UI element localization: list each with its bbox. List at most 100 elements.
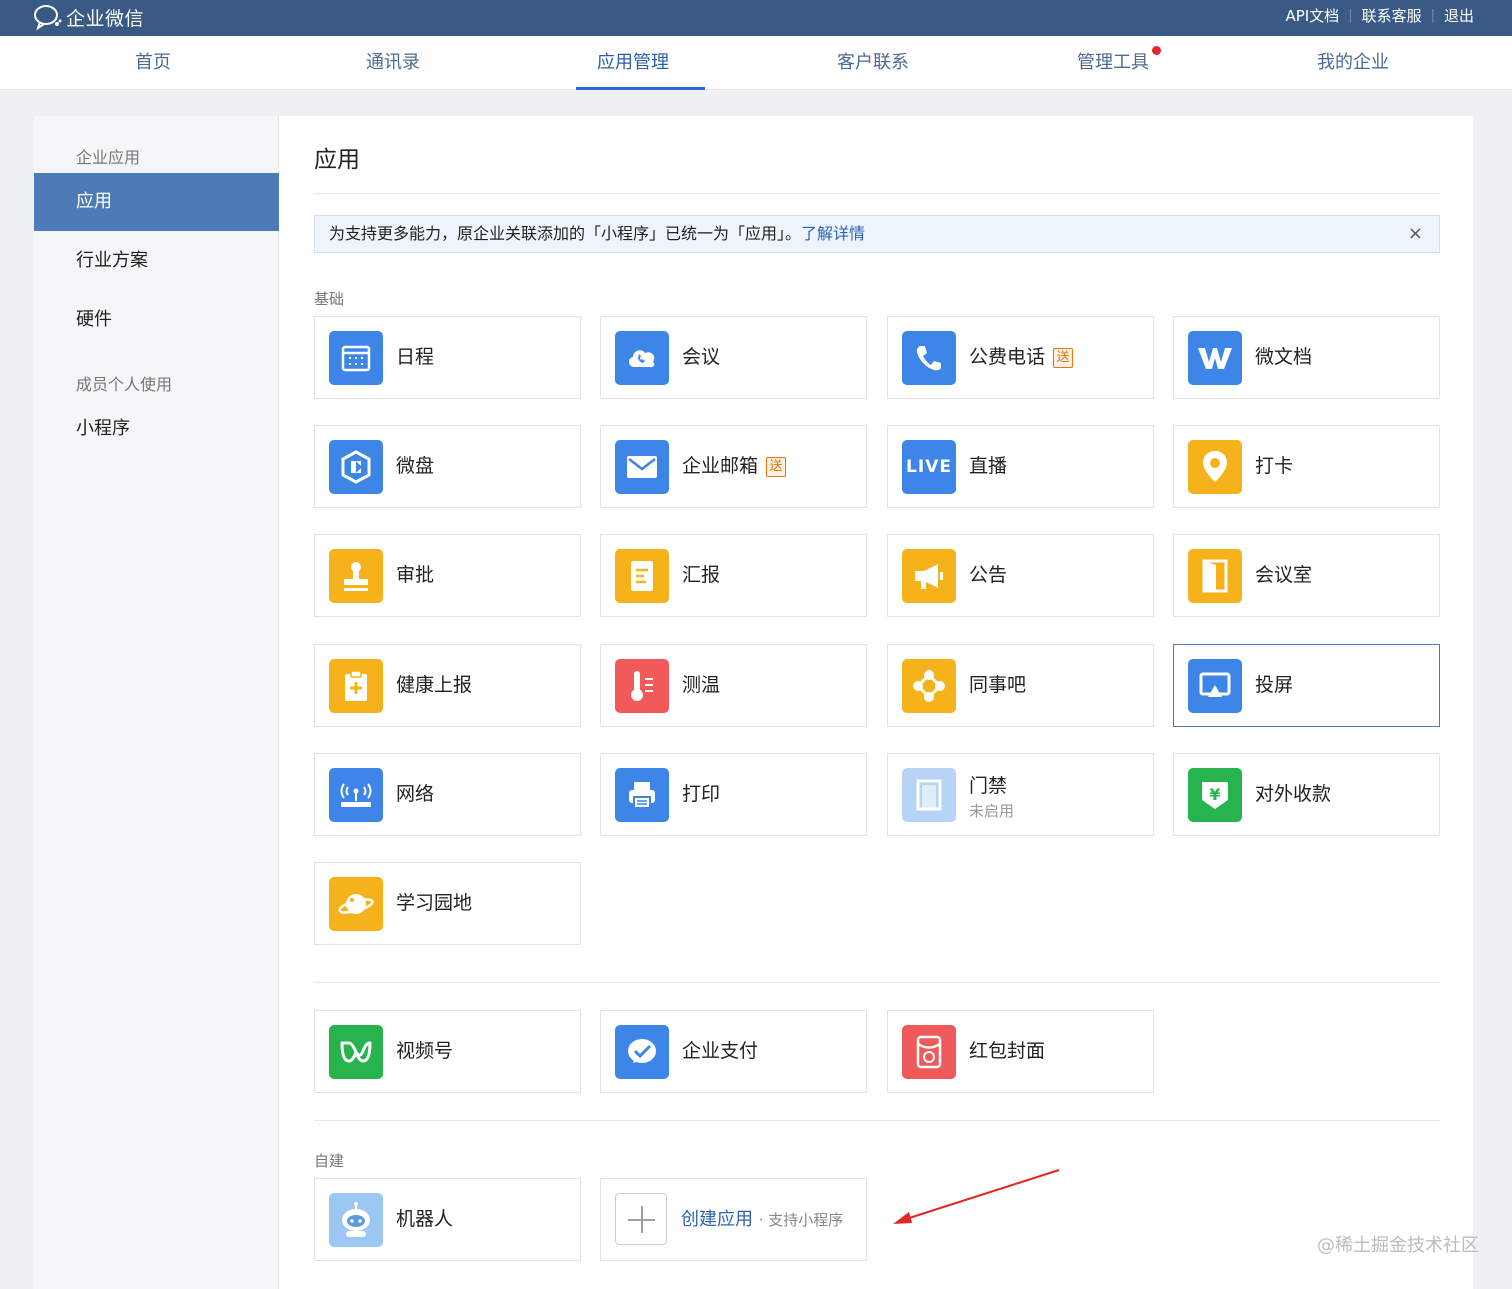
app-card-external-payment[interactable]: ¥ 对外收款	[1173, 753, 1440, 836]
separator: |	[1348, 7, 1353, 23]
payment-icon: ¥	[1188, 768, 1242, 822]
app-label: 网络	[396, 783, 435, 805]
channels-icon	[329, 1025, 383, 1079]
red-packet-icon	[902, 1025, 956, 1079]
app-card-access-control[interactable]: 门禁 未启用	[887, 753, 1154, 836]
nav-home[interactable]: 首页	[33, 36, 273, 90]
notice-text: 为支持更多能力，原企业关联添加的「小程序」已统一为「应用」。	[329, 224, 802, 243]
app-card-meeting-room[interactable]: 会议室	[1173, 534, 1440, 617]
app-card-channels[interactable]: 视频号	[314, 1010, 581, 1093]
app-label: 测温	[682, 674, 721, 696]
nav-contacts[interactable]: 通讯录	[273, 36, 513, 90]
watermark: @稀土掘金技术社区	[1317, 1235, 1479, 1256]
contact-support-link[interactable]: 联系客服	[1362, 5, 1422, 26]
app-label: 健康上报	[396, 674, 473, 696]
annotation-arrow-icon	[893, 1169, 1060, 1224]
app-card-drive[interactable]: 微盘	[314, 425, 581, 508]
report-icon	[615, 549, 669, 603]
access-door-icon	[902, 768, 956, 822]
app-card-schedule[interactable]: 日程	[314, 316, 581, 399]
app-label: 微盘	[396, 455, 435, 477]
wifi-router-icon	[329, 768, 383, 822]
app-card-robot[interactable]: 机器人	[314, 1178, 581, 1261]
sidebar-item-apps[interactable]: 应用	[34, 173, 279, 231]
app-card-health-report[interactable]: 健康上报	[314, 644, 581, 727]
app-status: 未启用	[969, 802, 1015, 820]
app-label: 打印	[682, 783, 721, 805]
sidebar-item-industry-solutions[interactable]: 行业方案	[34, 232, 279, 290]
section-label-custom: 自建	[314, 1152, 345, 1170]
app-label-text: 企业邮箱	[682, 455, 759, 477]
nav-my-enterprise[interactable]: 我的企业	[1233, 36, 1473, 90]
robot-icon	[329, 1193, 383, 1247]
app-label: 机器人	[396, 1208, 454, 1230]
phone-icon	[902, 331, 956, 385]
app-label: 审批	[396, 564, 435, 586]
sidebar-group-enterprise: 企业应用	[76, 148, 141, 167]
app-card-screencast[interactable]: 投屏	[1173, 644, 1440, 727]
sidebar-item-mini-program[interactable]: 小程序	[34, 400, 279, 458]
app-label: 打卡	[1255, 455, 1294, 477]
app-card-announcement[interactable]: 公告	[887, 534, 1154, 617]
main-panel: 企业应用 应用 行业方案 硬件 成员个人使用 小程序 应用 为支持更多能力，原企…	[34, 116, 1473, 1289]
app-label: 公费电话送	[969, 317, 1074, 398]
nav-app-management[interactable]: 应用管理	[513, 36, 753, 90]
app-label: 会议	[682, 346, 721, 368]
sidebar-item-hardware[interactable]: 硬件	[34, 291, 279, 349]
notification-dot	[1152, 46, 1161, 55]
nav-management-tools[interactable]: 管理工具	[993, 36, 1233, 90]
separator: |	[1430, 7, 1435, 23]
top-links: API文档 | 联系客服 | 退出	[1285, 0, 1474, 30]
app-label: 同事吧	[969, 674, 1027, 696]
close-icon[interactable]: ×	[1408, 216, 1423, 252]
create-app-text: 创建应用	[681, 1209, 753, 1230]
brand[interactable]: 企业微信	[32, 3, 144, 31]
location-pin-icon	[1188, 440, 1242, 494]
app-card-public-phone[interactable]: 公费电话送	[887, 316, 1154, 399]
app-card-meeting[interactable]: 会议	[600, 316, 867, 399]
wecom-logo-icon	[34, 5, 62, 31]
megaphone-icon	[902, 549, 956, 603]
sidebar-group-personal: 成员个人使用	[76, 375, 173, 394]
app-card-enterprise-pay[interactable]: 企业支付	[600, 1010, 867, 1093]
app-card-print[interactable]: 打印	[600, 753, 867, 836]
stamp-icon	[329, 549, 383, 603]
app-card-colleague-bar[interactable]: 同事吧	[887, 644, 1154, 727]
app-label: 日程	[396, 346, 435, 368]
divider	[314, 193, 1440, 194]
meeting-icon	[615, 331, 669, 385]
app-card-temperature[interactable]: 测温	[600, 644, 867, 727]
app-label: 企业支付	[682, 1040, 759, 1062]
app-card-checkin[interactable]: 打卡	[1173, 425, 1440, 508]
app-card-docs[interactable]: 微文档	[1173, 316, 1440, 399]
nav-customer-contact[interactable]: 客户联系	[753, 36, 993, 90]
app-card-network[interactable]: 网络	[314, 753, 581, 836]
screencast-icon	[1188, 659, 1242, 713]
app-card-approval[interactable]: 审批	[314, 534, 581, 617]
app-label: 直播	[969, 455, 1008, 477]
health-icon	[329, 659, 383, 713]
live-icon: LIVE	[902, 440, 956, 494]
app-label: 汇报	[682, 564, 721, 586]
create-app-button[interactable]: 创建应用 · 支持小程序	[600, 1178, 867, 1261]
app-card-learning[interactable]: 学习园地	[314, 862, 581, 945]
create-app-sub: · 支持小程序	[758, 1211, 844, 1229]
app-card-live[interactable]: LIVE 直播	[887, 425, 1154, 508]
plus-icon	[615, 1193, 667, 1245]
logout-link[interactable]: 退出	[1444, 5, 1474, 26]
app-card-red-packet-cover[interactable]: 红包封面	[887, 1010, 1154, 1093]
app-label: 企业邮箱送	[682, 426, 787, 507]
app-card-report[interactable]: 汇报	[600, 534, 867, 617]
app-card-mail[interactable]: 企业邮箱送	[600, 425, 867, 508]
app-label: 会议室	[1255, 564, 1313, 586]
sidebar: 企业应用 应用 行业方案 硬件 成员个人使用 小程序	[34, 116, 279, 1289]
planet-icon	[329, 877, 383, 931]
gift-badge: 送	[1053, 348, 1074, 368]
api-docs-link[interactable]: API文档	[1285, 5, 1339, 26]
divider	[314, 1120, 1440, 1121]
app-label: 投屏	[1255, 674, 1294, 696]
learn-more-link[interactable]: 了解详情	[801, 224, 865, 243]
svg-text:¥: ¥	[1209, 785, 1220, 804]
section-label-basic: 基础	[314, 290, 345, 308]
app-label: 微文档	[1255, 346, 1313, 368]
